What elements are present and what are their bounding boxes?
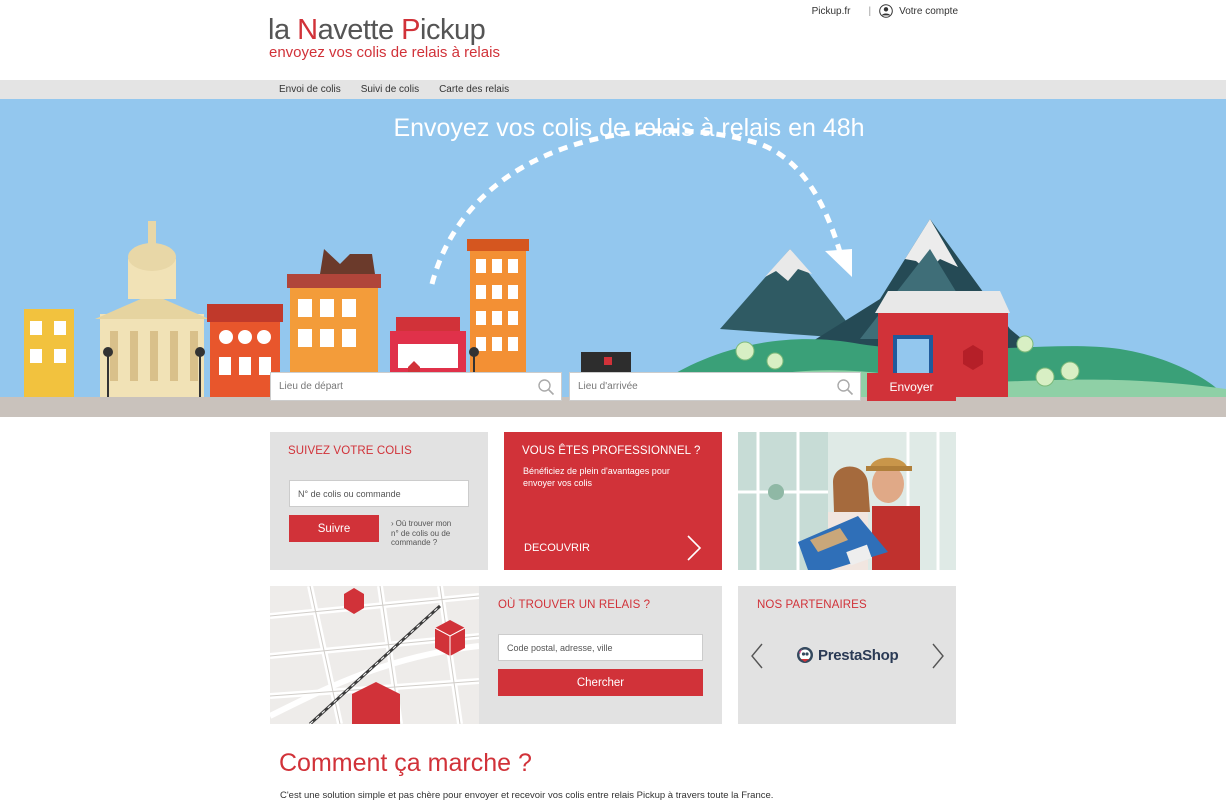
top-link-separator: | xyxy=(868,5,872,17)
chevron-left-icon[interactable] xyxy=(750,643,764,669)
tracking-number-input[interactable] xyxy=(289,480,469,507)
logo-part: P xyxy=(401,14,420,46)
send-button[interactable]: Envoyer xyxy=(867,373,956,401)
logo-part: la xyxy=(268,14,298,46)
chevron-right-icon[interactable] xyxy=(931,643,945,669)
pro-card[interactable]: VOUS ÊTES PROFESSIONNEL ? Bénéficiez de … xyxy=(504,432,722,570)
chevron-right-icon[interactable] xyxy=(686,534,702,562)
promo-photo xyxy=(738,432,956,570)
logo[interactable]: la Navette Pickup xyxy=(268,14,486,47)
nav-item-suivi[interactable]: Suivi de colis xyxy=(361,84,419,95)
relay-address-input[interactable] xyxy=(498,634,703,661)
logo-tagline: envoyez vos colis de relais à relais xyxy=(269,44,500,61)
prestashop-logo-icon xyxy=(797,647,813,663)
map-illustration xyxy=(270,586,479,724)
find-relay-card: OÙ TROUVER UN RELAIS ? Chercher xyxy=(479,586,722,724)
logo-part: avette xyxy=(317,14,402,46)
pro-card-title: VOUS ÊTES PROFESSIONNEL ? xyxy=(522,445,701,457)
tracking-help-text: Où trouver mon n° de colis ou de command… xyxy=(391,519,452,547)
partners-card: NOS PARTENAIRES PrestaShop xyxy=(738,586,956,724)
user-icon xyxy=(879,4,893,18)
nav-item-envoi[interactable]: Envoi de colis xyxy=(279,84,341,95)
logo-part: ickup xyxy=(420,14,486,46)
couple-with-parcel-image xyxy=(738,432,956,570)
search-icon[interactable] xyxy=(537,378,555,396)
account-link[interactable]: Votre compte xyxy=(899,6,958,17)
departure-field xyxy=(270,372,562,401)
arrival-input[interactable] xyxy=(570,373,860,400)
chevron-right-icon: › xyxy=(391,519,394,528)
how-it-works-title: Comment ça marche ? xyxy=(279,749,532,777)
relay-map-image[interactable] xyxy=(270,586,479,724)
partners-title: NOS PARTENAIRES xyxy=(757,599,867,611)
search-icon[interactable] xyxy=(836,378,854,396)
hero-banner: Envoyez vos colis de relais à relais en … xyxy=(0,99,1226,417)
track-card-title: SUIVEZ VOTRE COLIS xyxy=(288,445,412,457)
tracking-help-link[interactable]: › Où trouver mon n° de colis ou de comman… xyxy=(391,519,461,548)
find-relay-title: OÙ TROUVER UN RELAIS ? xyxy=(498,599,651,611)
top-links: Pickup.fr | Votre compte xyxy=(812,4,958,18)
departure-input[interactable] xyxy=(271,373,561,400)
discover-link[interactable]: DECOUVRIR xyxy=(524,542,590,554)
header: la Navette Pickup envoyez vos colis de r… xyxy=(0,0,1226,80)
pickup-link[interactable]: Pickup.fr xyxy=(812,6,851,17)
main-nav: Envoi de colis Suivi de colis Carte des … xyxy=(0,80,1226,99)
track-card: SUIVEZ VOTRE COLIS Suivre ›Où trouver mo… xyxy=(270,432,488,570)
how-it-works-description: C'est une solution simple et pas chère p… xyxy=(280,790,774,801)
partner-logo[interactable]: PrestaShop xyxy=(796,646,899,664)
partner-name: PrestaShop xyxy=(818,646,899,664)
search-relay-button[interactable]: Chercher xyxy=(498,669,703,696)
hero-illustration xyxy=(24,128,1226,397)
hero-title: Envoyez vos colis de relais à relais en … xyxy=(393,114,865,142)
nav-item-carte[interactable]: Carte des relais xyxy=(439,84,509,95)
track-button[interactable]: Suivre xyxy=(289,515,379,542)
arrival-field xyxy=(569,372,861,401)
logo-part: N xyxy=(297,14,318,46)
pro-card-description: Bénéficiez de plein d'avantages pour env… xyxy=(523,466,670,488)
